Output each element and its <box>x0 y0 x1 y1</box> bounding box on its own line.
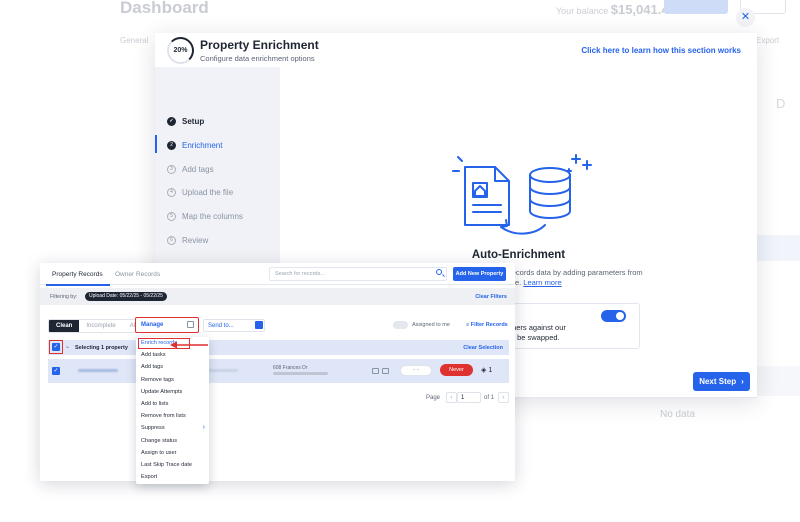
property-records-panel: Property Records Owner Records Search fo… <box>40 263 515 481</box>
clear-filters-link[interactable]: Clear Filters <box>475 294 507 300</box>
search-input[interactable]: Search for records... <box>269 267 447 281</box>
learn-section-link[interactable]: Click here to learn how this section wor… <box>581 46 741 55</box>
step-setup[interactable]: ✓ Setup <box>167 114 204 128</box>
selection-row: ✓ ⌄ Selecting 1 property Clear Selection <box>48 340 509 355</box>
menu-item-add-to-lists[interactable]: Add to lists <box>136 398 209 410</box>
manage-dropdown[interactable]: Manage <box>135 317 199 333</box>
blurred-address-line <box>273 372 328 375</box>
step-add-tags[interactable]: 3 Add tags <box>167 162 214 176</box>
check-icon: ✓ <box>167 116 176 126</box>
background-tab-general: General <box>120 36 149 45</box>
menu-item-update-attempts[interactable]: Update Attempts <box>136 386 209 398</box>
background-letter: D <box>776 96 786 111</box>
background-button <box>664 0 728 14</box>
enrichment-toggle[interactable] <box>601 310 626 322</box>
clear-selection-link[interactable]: Clear Selection <box>463 345 503 351</box>
tab-property-records[interactable]: Property Records <box>52 271 103 278</box>
menu-item-export[interactable]: Export <box>136 471 209 483</box>
records-tabs: Property Records Owner Records Search fo… <box>40 263 515 286</box>
step-number: 6 <box>167 235 176 245</box>
step-label: Add tags <box>182 164 214 174</box>
step-number: 2 <box>167 140 176 150</box>
assigned-toggle[interactable] <box>393 321 408 329</box>
next-step-label: Next Step <box>699 377 737 386</box>
step-number: 4 <box>167 187 176 197</box>
balance-readout: Your balance $15,041.48 <box>556 2 676 17</box>
search-icon[interactable] <box>436 269 442 275</box>
page-label: Page <box>426 394 441 401</box>
chevron-right-icon: › <box>741 377 744 386</box>
menu-item-assign-to-user[interactable]: Assign to user <box>136 447 209 459</box>
step-map-columns[interactable]: 5 Map the columns <box>167 209 243 223</box>
step-label: Setup <box>182 116 205 126</box>
step-enrichment[interactable]: 2 Enrichment <box>167 138 222 152</box>
prev-page-button[interactable]: ‹ <box>446 392 458 403</box>
row-checkbox[interactable]: ✓ <box>52 367 60 375</box>
phone-icon[interactable] <box>382 368 389 374</box>
step-label: Upload the file <box>182 187 234 197</box>
blurred-name <box>78 369 118 372</box>
segment-incomplete[interactable]: Incomplete <box>79 320 122 332</box>
tab-owner-records[interactable]: Owner Records <box>115 271 160 278</box>
filter-records-button[interactable]: Filter Records <box>466 322 508 328</box>
highlight-box <box>49 340 63 354</box>
chevron-down-icon[interactable]: ⌄ <box>65 343 70 350</box>
menu-item-suppress[interactable]: Suppress › <box>136 422 209 434</box>
menu-item-add-tags[interactable]: Add tags <box>136 361 209 373</box>
next-page-button[interactable]: › <box>498 392 510 403</box>
modal-header: 20% Property Enrichment Configure data e… <box>155 33 757 67</box>
row-status-pill[interactable]: - - <box>400 365 432 376</box>
menu-item-change-status[interactable]: Change status <box>136 435 209 447</box>
row-action-icons <box>372 368 394 374</box>
step-number: 3 <box>167 164 176 174</box>
manage-menu: Enrich records Add tasks Add tags Remove… <box>136 337 209 484</box>
modal-title: Property Enrichment <box>200 38 319 52</box>
manage-label: Manage <box>141 322 164 328</box>
filter-label: Filtering by: <box>50 294 78 300</box>
assigned-label: Assigned to me <box>412 322 450 328</box>
step-label: Map the columns <box>182 211 243 221</box>
step-label: Review <box>182 235 209 245</box>
record-segment-control: Clean Incomplete All <box>48 319 145 333</box>
step-label: Enrichment <box>182 140 223 150</box>
modal-subtitle: Configure data enrichment options <box>200 54 315 63</box>
menu-item-add-tasks[interactable]: Add tasks <box>136 349 209 361</box>
step-upload-file[interactable]: 4 Upload the file <box>167 185 233 199</box>
info-text: mers against our ill be swapped. <box>510 323 566 342</box>
filter-bar: Filtering by: Upload Date: 05/22/25 - 05… <box>40 288 515 305</box>
page-input[interactable]: 1 <box>457 392 482 403</box>
segment-clean[interactable]: Clean <box>49 320 80 332</box>
calendar-icon[interactable] <box>255 321 263 329</box>
learn-more-link[interactable]: Learn more <box>523 278 561 287</box>
menu-item-remove-tags[interactable]: Remove tags <box>136 374 209 386</box>
never-badge: Never <box>440 364 473 376</box>
close-icon[interactable]: ✕ <box>736 8 755 27</box>
progress-ring: 20% <box>167 37 194 64</box>
layers-icon: ◈ 1 <box>481 367 493 374</box>
auto-enrichment-illustration <box>452 154 592 235</box>
chevron-right-icon: › <box>202 424 205 432</box>
row-count: 1 <box>488 367 493 374</box>
next-step-button[interactable]: Next Step › <box>693 372 750 391</box>
active-tab-underline <box>46 284 110 286</box>
background-tab-export: Export <box>756 36 780 45</box>
pagination: Page ‹ 1 of 1 › <box>426 392 510 403</box>
menu-item-last-skip-trace[interactable]: Last Skip Trace date <box>136 459 209 471</box>
step-review[interactable]: 6 Review <box>167 233 208 247</box>
filter-chip[interactable]: Upload Date: 05/22/25 - 05/22/25 <box>85 292 167 301</box>
mail-icon[interactable] <box>372 368 379 374</box>
active-step-indicator <box>155 135 157 153</box>
auto-enrichment-title: Auto-Enrichment <box>471 249 566 261</box>
add-new-property-button[interactable]: Add New Property <box>453 267 506 281</box>
dashboard-title: Dashboard <box>120 0 209 17</box>
row-address: 608 Frances Dr <box>273 365 308 371</box>
no-data-label: No data <box>660 409 696 420</box>
red-arrow-annotation <box>170 341 208 349</box>
table-row[interactable]: ✓ 608 Frances Dr - - Never ◈ 1 <box>48 359 509 383</box>
selecting-text: Selecting 1 property <box>75 345 128 351</box>
step-number: 5 <box>167 211 176 221</box>
page-of-label: of 1 <box>484 394 495 401</box>
dropdown-icon <box>187 321 194 328</box>
menu-item-remove-from-lists[interactable]: Remove from lists <box>136 410 209 422</box>
